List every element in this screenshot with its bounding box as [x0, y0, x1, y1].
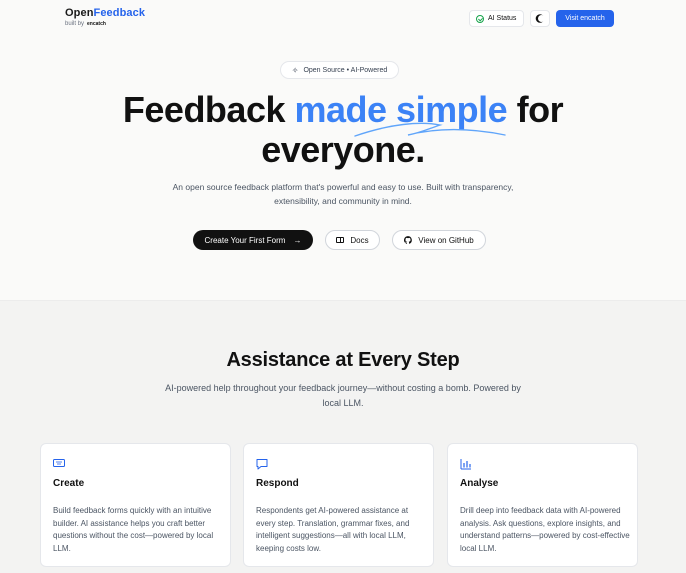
ai-status-button[interactable]: AI Status: [469, 10, 524, 27]
built-by: built by encatch: [65, 21, 106, 27]
arrow-right-icon: →: [293, 235, 302, 245]
github-button[interactable]: View on GitHub: [392, 230, 486, 250]
github-icon: [404, 236, 413, 244]
keyboard-icon: [53, 459, 65, 467]
top-header: OpenFeedback built by encatch AI Status …: [0, 0, 686, 40]
check-circle-icon: [476, 14, 484, 23]
encatch-logo: encatch: [87, 21, 106, 27]
squiggle-underline: [354, 122, 506, 137]
hero-subtitle: An open source feedback platform that's …: [172, 182, 514, 206]
bar-chart-icon: [460, 459, 471, 470]
feature-card-respond: Respond Respondents get AI-powered assis…: [243, 443, 434, 567]
section-title: Assistance at Every Step: [226, 349, 460, 371]
message-icon: [256, 459, 268, 470]
hero-title: Feedback made simple for everyone.: [122, 89, 564, 170]
assistance-section: Assistance at Every Step AI-powered help…: [0, 300, 686, 573]
section-subtitle: AI-powered help throughout your feedback…: [165, 383, 521, 408]
brand-name: OpenFeedback: [65, 7, 146, 19]
book-icon: [336, 237, 345, 243]
sparkle-icon: ✧: [291, 65, 299, 75]
docs-button[interactable]: Docs: [325, 230, 380, 250]
brand-logo[interactable]: OpenFeedback built by encatch: [65, 7, 145, 27]
moon-icon: [538, 15, 545, 22]
open-source-pill: ✧ Open Source • AI-Powered: [280, 61, 399, 79]
feature-card-analyse: Analyse Drill deep into feedback data wi…: [447, 443, 638, 567]
feature-card-create: Create Build feedback forms quickly with…: [40, 443, 231, 567]
visit-encatch-button[interactable]: Visit encatch: [556, 10, 614, 27]
theme-toggle-button[interactable]: [530, 10, 550, 27]
create-form-button[interactable]: Create Your First Form →: [193, 230, 313, 250]
